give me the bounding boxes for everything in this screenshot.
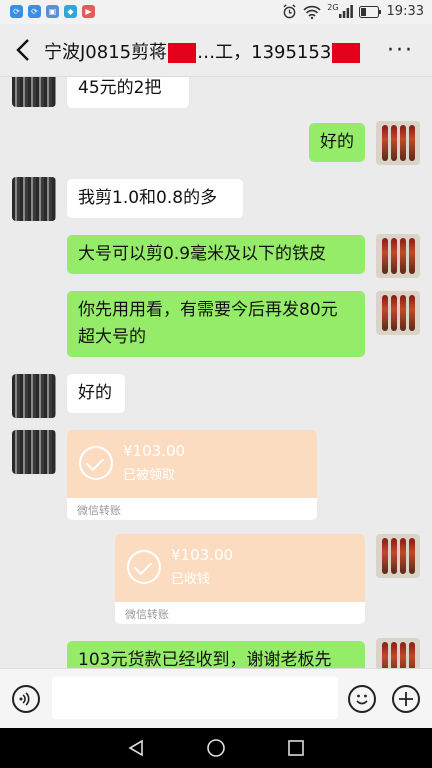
message-bubble-right[interactable]: 大号可以剪0.9毫米及以下的铁皮 [67,235,365,274]
image-icon: ▣ [46,5,59,18]
contact-avatar[interactable] [12,430,56,474]
message-bubble-right[interactable]: 103元货款已经收到，谢谢老板先 [67,641,365,668]
battery-icon [358,5,381,18]
network-type-label: 2G [327,3,339,12]
contact-avatar[interactable] [12,374,56,418]
message-input[interactable] [52,677,338,719]
transfer-amount: ¥103.00 [123,442,186,460]
status-system-icons: 2G 19:33 [282,3,424,19]
shield-icon: ◆ [64,5,77,18]
chat-title-part1: 宁波J0815剪蒋 [44,42,168,63]
my-avatar[interactable] [376,234,420,278]
transfer-status: 已收钱 [171,572,211,587]
my-avatar[interactable] [376,291,420,335]
message-bubble-left[interactable]: 我剪1.0和0.8的多 [67,179,243,218]
alarm-icon [283,4,296,19]
transfer-card-top: ¥103.00 已收钱 [115,534,365,602]
chat-title: 宁波J0815剪蒋 …工，1395153 [44,38,374,64]
status-time: 19:33 [386,4,424,19]
wifi-icon [303,5,321,19]
home-circle-icon[interactable] [206,738,226,758]
my-avatar[interactable] [376,121,420,165]
message-bubble-right[interactable]: 你先用用看，有需要今后再发80元超大号的 [67,291,365,357]
message-bubble-left[interactable]: 45元的2把 [67,77,189,108]
more-dots-icon[interactable]: ··· [387,38,414,63]
plus-icon[interactable] [392,685,420,713]
sync-icon: ⟳ [10,5,23,18]
status-bar: ⟳ ⟳ ▣ ◆ ▶ 2G 19:33 [0,0,432,24]
redaction-box [168,43,197,63]
transfer-card-collected[interactable]: ¥103.00 已收钱 微信转账 [115,534,365,624]
transfer-label: 微信转账 [77,504,121,517]
sync-icon: ⟳ [28,5,41,18]
message-bubble-left[interactable]: 好的 [67,374,125,413]
chat-title-part2: …工，1395153 [197,42,332,63]
transfer-amount: ¥103.00 [171,546,234,564]
emoji-icon[interactable] [348,685,376,713]
video-icon: ▶ [82,5,95,18]
recents-square-icon[interactable] [287,739,305,757]
redaction-box [332,43,361,63]
signal-icon [338,5,353,18]
system-nav-bar [0,728,432,768]
my-avatar[interactable] [376,638,420,668]
chat-message-list[interactable]: 45元的2把 好的 我剪1.0和0.8的多 大号可以剪0.9毫米及以下的铁皮 你… [0,77,432,668]
back-chevron-icon[interactable] [12,36,36,64]
check-circle-icon [127,550,161,584]
contact-avatar[interactable] [12,77,56,107]
voice-icon[interactable] [12,685,40,713]
message-bubble-right[interactable]: 好的 [309,123,365,162]
chat-header: 宁波J0815剪蒋 …工，1395153 ··· [0,24,432,77]
transfer-card-received[interactable]: ¥103.00 已被领取 微信转账 [67,430,317,520]
transfer-label: 微信转账 [125,608,169,621]
status-notification-icons: ⟳ ⟳ ▣ ◆ ▶ [10,5,95,18]
contact-avatar[interactable] [12,177,56,221]
my-avatar[interactable] [376,534,420,578]
transfer-card-top: ¥103.00 已被领取 [67,430,317,498]
back-triangle-icon[interactable] [127,739,145,757]
check-circle-icon [79,446,113,480]
message-input-bar [0,668,432,729]
transfer-status: 已被领取 [123,468,176,483]
